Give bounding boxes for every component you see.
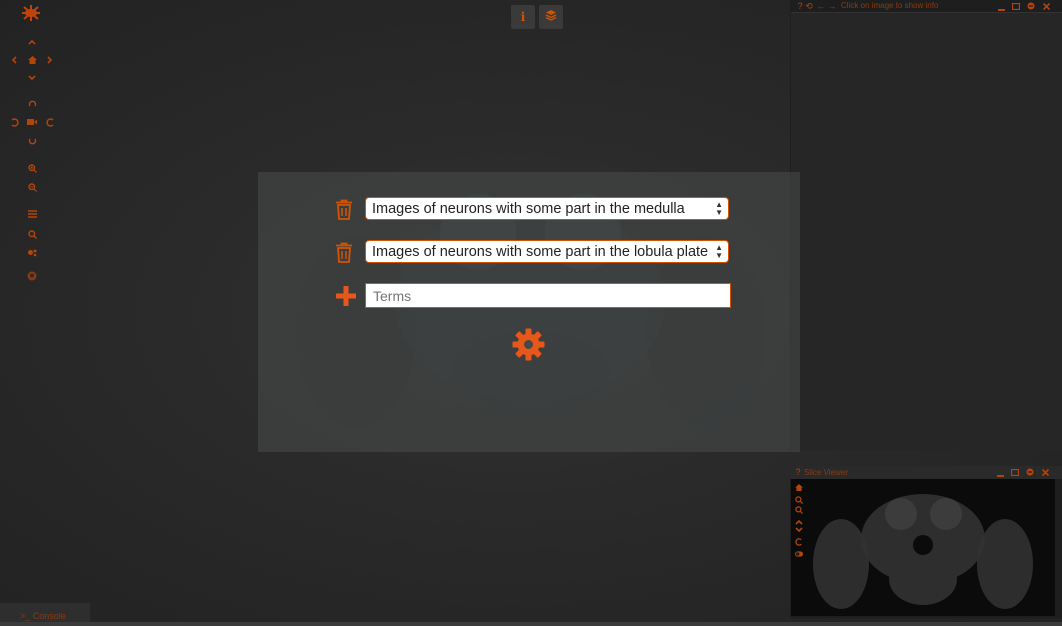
maximize-icon[interactable] xyxy=(1012,2,1020,10)
home-icon[interactable] xyxy=(795,483,803,491)
close-icon[interactable] xyxy=(1042,2,1050,10)
pin-icon[interactable] xyxy=(1026,468,1034,476)
list-icon[interactable] xyxy=(26,208,38,220)
info-button[interactable]: i xyxy=(511,5,535,29)
rotate-down-icon[interactable] xyxy=(26,134,38,146)
camera-icon[interactable] xyxy=(26,116,38,128)
rotate-left-icon[interactable] xyxy=(8,116,20,128)
layers-button[interactable] xyxy=(539,5,563,29)
terms-input[interactable] xyxy=(365,283,731,308)
slice-viewer-titlebar: ? Slice Viewer xyxy=(790,466,1062,479)
help-icon[interactable]: ? xyxy=(796,1,804,10)
search-icon[interactable] xyxy=(26,228,38,240)
add-term-icon[interactable] xyxy=(334,284,358,308)
info-panel-title: Click on image to show info xyxy=(841,1,939,10)
forward-icon[interactable]: → xyxy=(828,1,837,10)
bottom-border xyxy=(0,622,1062,626)
zoom-out-icon[interactable] xyxy=(795,506,803,514)
github-icon[interactable] xyxy=(26,270,38,282)
maximize-icon[interactable] xyxy=(1011,468,1019,476)
help-icon[interactable]: ? xyxy=(794,467,802,476)
zoom-out-icon[interactable] xyxy=(26,181,38,193)
select-arrows-icon: ▲ ▼ xyxy=(715,243,723,260)
layers-icon xyxy=(545,8,557,26)
pan-up-icon[interactable] xyxy=(26,36,38,48)
delete-filter-1-icon[interactable] xyxy=(334,198,354,220)
zoom-in-icon[interactable] xyxy=(26,162,38,174)
slice-image[interactable] xyxy=(791,479,1055,616)
minimize-icon[interactable] xyxy=(996,469,1004,477)
info-panel-titlebar: ? ⟲ ← → Click on image to show info xyxy=(791,0,1062,13)
home-icon[interactable] xyxy=(26,54,38,66)
minimize-icon[interactable] xyxy=(997,3,1005,11)
filter-2-label: Images of neurons with some part in the … xyxy=(372,243,709,260)
select-arrows-icon: ▲ ▼ xyxy=(715,200,723,217)
rotate-right-icon[interactable] xyxy=(44,116,56,128)
pan-right-icon[interactable] xyxy=(44,54,56,66)
vfb-logo-icon[interactable] xyxy=(18,2,44,24)
step-up-icon[interactable] xyxy=(795,518,803,526)
delete-filter-2-icon[interactable] xyxy=(334,241,354,263)
pan-down-icon[interactable] xyxy=(26,72,38,84)
filter-2-select[interactable]: Images of neurons with some part in the … xyxy=(365,240,729,263)
filter-1-label: Images of neurons with some part in the … xyxy=(372,200,685,217)
info-icon: i xyxy=(520,10,526,24)
zoom-in-icon[interactable] xyxy=(795,496,803,504)
run-query-gear-icon[interactable] xyxy=(510,326,546,362)
back-icon[interactable]: ← xyxy=(817,1,826,10)
query-icon[interactable] xyxy=(26,246,38,258)
toggle-icon[interactable] xyxy=(795,550,803,558)
slice-viewer-title: Slice Viewer xyxy=(804,468,848,477)
refresh-icon[interactable] xyxy=(795,538,803,546)
pan-left-icon[interactable] xyxy=(8,54,20,66)
history-icon[interactable]: ⟲ xyxy=(805,1,813,10)
console-label: >_ Console xyxy=(20,611,66,621)
slice-viewer: ? Slice Viewer xyxy=(790,466,1062,618)
pin-icon[interactable] xyxy=(1027,2,1035,10)
close-icon[interactable] xyxy=(1041,468,1049,476)
rotate-up-icon[interactable] xyxy=(26,98,38,110)
info-panel: ? ⟲ ← → Click on image to show info xyxy=(790,0,1062,450)
filter-1-select[interactable]: Images of neurons with some part in the … xyxy=(365,197,729,220)
step-down-icon[interactable] xyxy=(795,526,803,534)
